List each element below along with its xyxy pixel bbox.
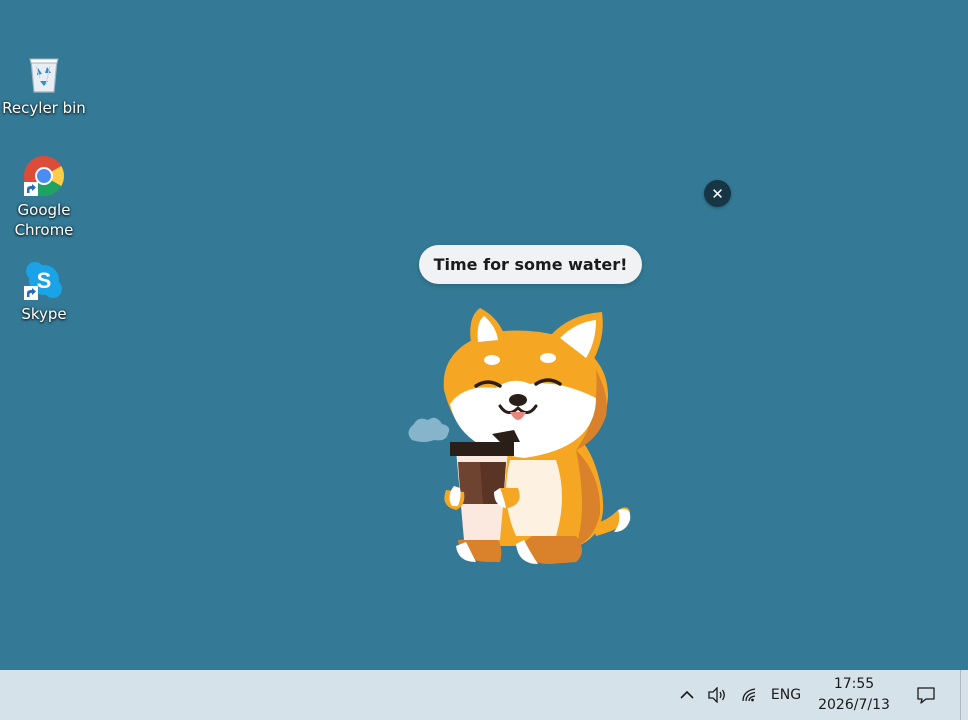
shortcut-arrow-icon: [24, 286, 38, 300]
shortcut-arrow-icon: [24, 182, 38, 196]
pet-speech-bubble: Time for some water!: [419, 245, 642, 284]
desktop-icon-chrome[interactable]: Google Chrome: [2, 154, 86, 240]
chrome-icon: [22, 154, 66, 198]
tray-overflow-button[interactable]: [676, 670, 698, 720]
skype-icon: S: [22, 258, 66, 302]
chrome-label: Google Chrome: [14, 201, 74, 239]
tray-language-indicator[interactable]: ENG: [766, 670, 806, 720]
action-center-button[interactable]: [908, 670, 944, 720]
pet-close-button[interactable]: ✕: [704, 180, 731, 207]
chevron-up-icon: [680, 690, 694, 699]
recycle-bin-label: Recyler bin: [2, 99, 86, 117]
pet-character[interactable]: [400, 300, 640, 570]
desktop-icon-skype[interactable]: S Skype: [2, 258, 86, 324]
show-desktop-button[interactable]: [960, 670, 968, 720]
svg-text:S: S: [37, 268, 52, 293]
taskbar: ENG 17:55 2026/7/13: [0, 670, 968, 720]
wifi-icon: [742, 688, 756, 702]
clock-time: 17:55: [833, 676, 875, 692]
desktop: Recyler bin Google Chrome S Skype ✕ Time…: [0, 0, 968, 670]
action-center-icon: [917, 687, 935, 704]
desktop-icon-recycle-bin[interactable]: Recyler bin: [2, 52, 86, 118]
tray-clock[interactable]: 17:55 2026/7/13: [808, 670, 900, 720]
tray-volume-button[interactable]: [704, 670, 730, 720]
speaker-icon: [708, 687, 725, 703]
clock-date: 2026/7/13: [818, 697, 890, 713]
shiba-dog-icon: [408, 308, 631, 564]
tray-network-button[interactable]: [737, 670, 763, 720]
language-label: ENG: [770, 687, 802, 703]
skype-label: Skype: [21, 305, 67, 323]
recycle-bin-icon: [22, 52, 66, 96]
close-icon: ✕: [711, 184, 724, 203]
pet-message: Time for some water!: [433, 255, 628, 274]
